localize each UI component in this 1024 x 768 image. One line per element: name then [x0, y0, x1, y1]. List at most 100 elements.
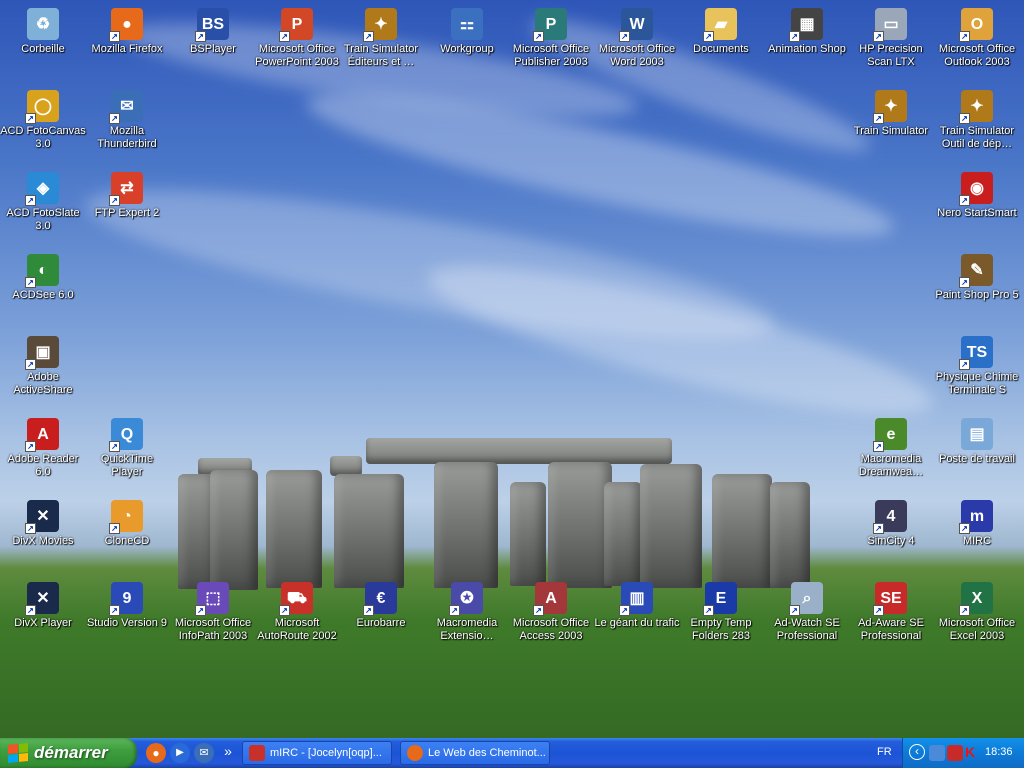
task-button-mirc[interactable]: mIRC - [Jocelyn[oqp]... — [242, 741, 392, 765]
desktop-icon-label: DivX Player — [14, 617, 72, 629]
divx-movies-icon: ✕ ↗ — [25, 500, 59, 534]
desktop-icon-train-simulator[interactable]: ✦ ↗ Train Simulator — [848, 90, 934, 138]
desktop-icon-physique-chimie[interactable]: TS ↗ Physique Chimie Terminale S — [934, 336, 1020, 397]
desktop-icon-paint-shop-pro[interactable]: ✎ ↗ Paint Shop Pro 5 — [934, 254, 1020, 302]
desktop-icon-my-computer[interactable]: ▤ Poste de travail — [934, 418, 1020, 466]
desktop-icon-divx-player[interactable]: ✕ ↗ DivX Player — [0, 582, 86, 630]
desktop-icon-label: Le géant du trafic — [594, 617, 680, 629]
desktop-icon-nero[interactable]: ◉ ↗ Nero StartSmart — [934, 172, 1020, 220]
shortcut-arrow-icon: ↗ — [109, 195, 120, 206]
shortcut-arrow-icon: ↗ — [959, 113, 970, 124]
quick-launch-firefox-icon[interactable]: ● — [146, 743, 166, 763]
desktop-icon-scanner[interactable]: ▭ ↗ HP Precision Scan LTX — [848, 8, 934, 69]
k-icon[interactable]: K — [965, 744, 979, 762]
quick-launch-thunderbird-icon[interactable]: ✉ — [194, 743, 214, 763]
geant-trafic-icon: ▥ ↗ — [619, 582, 653, 616]
train-simulator-editor-icon: ✦ ↗ — [363, 8, 397, 42]
desktop-icon-acd-fotoslate[interactable]: ◈ ↗ ACD FotoSlate 3.0 — [0, 172, 86, 233]
desktop-icon-empty-temp[interactable]: E ↗ Empty Temp Folders 283 — [678, 582, 764, 643]
desktop-icon-eurobarre[interactable]: € ↗ Eurobarre — [338, 582, 424, 630]
desktop-icon-bsplayer[interactable]: BS ↗ BSPlayer — [170, 8, 256, 56]
shortcut-arrow-icon: ↗ — [25, 113, 36, 124]
desktop-icon-simcity[interactable]: 4 ↗ SimCity 4 — [848, 500, 934, 548]
shortcut-arrow-icon: ↗ — [25, 523, 36, 534]
desktop-icon-label: Microsoft Office Outlook 2003 — [938, 43, 1016, 68]
desktop-icon-clonecd[interactable]: ◔ ↗ CloneCD — [84, 500, 170, 548]
train-simulator-tool-icon: ✦ ↗ — [959, 90, 993, 124]
studio-icon: 9 ↗ — [109, 582, 143, 616]
desktop-icon-geant-trafic[interactable]: ▥ ↗ Le géant du trafic — [594, 582, 680, 630]
desktop[interactable]: ♻ Corbeille ● ↗ Mozilla Firefox BS ↗ BSPlayer P ↗… — [0, 0, 1024, 738]
language-indicator[interactable]: FR — [877, 746, 892, 758]
desktop-icon-train-simulator-editor[interactable]: ✦ ↗ Train Simulator Éditeurs et … — [338, 8, 424, 69]
desktop-icon-train-simulator-tool[interactable]: ✦ ↗ Train Simulator Outil de dép… — [934, 90, 1020, 151]
shortcut-arrow-icon: ↗ — [873, 441, 884, 452]
desktop-icon-excel[interactable]: X ↗ Microsoft Office Excel 2003 — [934, 582, 1020, 643]
desktop-icon-acd-fotocanvas[interactable]: ◯ ↗ ACD FotoCanvas 3.0 — [0, 90, 86, 151]
desktop-icon-animation-shop[interactable]: ▦ ↗ Animation Shop — [764, 8, 850, 56]
shortcut-arrow-icon: ↗ — [789, 31, 800, 42]
shortcut-arrow-icon: ↗ — [873, 605, 884, 616]
desktop-icon-ftp-expert[interactable]: ⇄ ↗ FTP Expert 2 — [84, 172, 170, 220]
desktop-icon-label: Physique Chimie Terminale S — [935, 371, 1019, 396]
desktop-icon-ad-watch[interactable]: ⌕ ↗ Ad-Watch SE Professional — [764, 582, 850, 643]
network-users-icon[interactable] — [929, 745, 945, 761]
scanner-icon: ▭ ↗ — [873, 8, 907, 42]
desktop-icon-access[interactable]: A ↗ Microsoft Office Access 2003 — [508, 582, 594, 643]
antivirus-icon[interactable] — [947, 745, 963, 761]
firefox-icon: ● ↗ — [109, 8, 143, 42]
desktop-icon-studio[interactable]: 9 ↗ Studio Version 9 — [84, 582, 170, 630]
shortcut-arrow-icon: ↗ — [195, 31, 206, 42]
desktop-icon-outlook[interactable]: O ↗ Microsoft Office Outlook 2003 — [934, 8, 1020, 69]
desktop-icon-powerpoint[interactable]: P ↗ Microsoft Office PowerPoint 2003 — [254, 8, 340, 69]
desktop-icon-network[interactable]: ⚏ Workgroup — [424, 8, 510, 56]
desktop-icon-folder[interactable]: ▰ ↗ Documents — [678, 8, 764, 56]
quicktime-icon: Q ↗ — [109, 418, 143, 452]
desktop-icon-label: FTP Expert 2 — [94, 207, 160, 219]
desktop-icon-label: Ad-Aware SE Professional — [858, 617, 924, 642]
desktop-icon-word[interactable]: W ↗ Microsoft Office Word 2003 — [594, 8, 680, 69]
desktop-icon-infopath[interactable]: ⬚ ↗ Microsoft Office InfoPath 2003 — [170, 582, 256, 643]
mirc-icon — [249, 745, 265, 761]
start-button[interactable]: démarrer — [0, 738, 137, 768]
desktop-icon-label: Ad-Watch SE Professional — [774, 617, 840, 642]
desktop-icon-firefox[interactable]: ● ↗ Mozilla Firefox — [84, 8, 170, 56]
clock[interactable]: 18:36 — [985, 746, 1013, 758]
quick-launch-media-player-icon[interactable]: ▶ — [170, 743, 190, 763]
desktop-icon-label: Eurobarre — [356, 617, 406, 629]
desktop-icon-macromedia-extension[interactable]: ✪ ↗ Macromedia Extensio… — [424, 582, 510, 643]
shortcut-arrow-icon: ↗ — [109, 523, 120, 534]
desktop-icon-recycle-bin[interactable]: ♻ Corbeille — [0, 8, 86, 56]
desktop-icon-acdsee[interactable]: ◐ ↗ ACDSee 6.0 — [0, 254, 86, 302]
desktop-icon-divx-movies[interactable]: ✕ ↗ DivX Movies — [0, 500, 86, 548]
desktop-icon-quicktime[interactable]: Q ↗ QuickTime Player — [84, 418, 170, 479]
desktop-icon-label: Microsoft Office Word 2003 — [598, 43, 676, 68]
desktop-icon-dreamweaver[interactable]: e ↗ Macromedia Dreamwea… — [848, 418, 934, 479]
desktop-icon-adobe-activeshare[interactable]: ▣ ↗ Adobe ActiveShare — [0, 336, 86, 397]
start-label: démarrer — [34, 743, 108, 762]
desktop-icon-publisher[interactable]: P ↗ Microsoft Office Publisher 2003 — [508, 8, 594, 69]
task-button-firefox[interactable]: Le Web des Cheminot... — [400, 741, 550, 765]
shortcut-arrow-icon: ↗ — [109, 441, 120, 452]
desktop-icon-label: Poste de travail — [939, 453, 1015, 465]
acd-fotocanvas-icon: ◯ ↗ — [25, 90, 59, 124]
desktop-icon-thunderbird[interactable]: ✉ ↗ Mozilla Thunderbird — [84, 90, 170, 151]
shortcut-arrow-icon: ↗ — [533, 31, 544, 42]
shortcut-arrow-icon: ↗ — [959, 605, 970, 616]
infopath-icon: ⬚ ↗ — [195, 582, 229, 616]
desktop-icon-label: Train Simulator Éditeurs et … — [343, 43, 419, 68]
desktop-icon-mirc[interactable]: m ↗ MIRC — [934, 500, 1020, 548]
paint-shop-pro-icon: ✎ ↗ — [959, 254, 993, 288]
acd-fotoslate-icon: ◈ ↗ — [25, 172, 59, 206]
task-label: Le Web des Cheminot... — [428, 747, 546, 759]
firefox-icon — [407, 745, 423, 761]
adobe-reader-icon: A ↗ — [25, 418, 59, 452]
desktop-icon-label: Documents — [693, 43, 749, 55]
desktop-icon-ad-aware[interactable]: SE ↗ Ad-Aware SE Professional — [848, 582, 934, 643]
ftp-expert-icon: ⇄ ↗ — [109, 172, 143, 206]
quick-launch-more-button[interactable]: » — [218, 743, 238, 763]
desktop-icon-adobe-reader[interactable]: A ↗ Adobe Reader 6.0 — [0, 418, 86, 479]
desktop-icon-label: Microsoft Office InfoPath 2003 — [174, 617, 252, 642]
desktop-icon-autoroute[interactable]: ⛟ ↗ Microsoft AutoRoute 2002 — [254, 582, 340, 643]
show-hidden-icons-button[interactable]: ‹ — [909, 744, 925, 760]
